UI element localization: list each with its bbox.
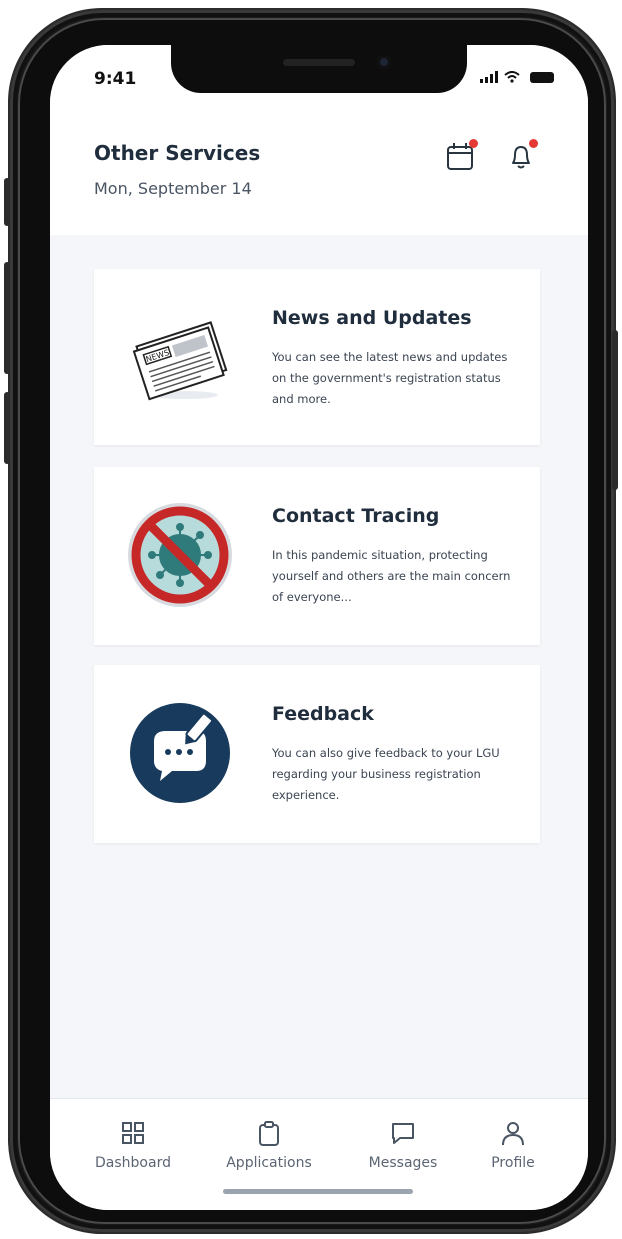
- nav-label: Applications: [226, 1155, 312, 1171]
- chat-icon: [392, 1123, 414, 1144]
- feedback-card[interactable]: Feedback You can also give feedback to y…: [94, 665, 540, 843]
- page-date: Mon, September 14: [94, 179, 252, 198]
- nav-messages[interactable]: Messages: [348, 1119, 458, 1171]
- notch: [171, 45, 467, 93]
- calendar-button[interactable]: [444, 139, 480, 175]
- notifications-button[interactable]: [504, 139, 540, 175]
- card-description: You can also give feedback to your LGU r…: [272, 746, 500, 802]
- clipboard-icon: [259, 1121, 279, 1146]
- volume-up-button: [4, 262, 10, 374]
- power-button: [612, 330, 618, 490]
- signal-icon: [480, 71, 498, 83]
- card-description: You can see the latest news and updates …: [272, 350, 508, 406]
- page-title: Other Services: [94, 141, 261, 165]
- nav-label: Dashboard: [95, 1155, 171, 1171]
- newspaper-icon: NEWS: [132, 321, 228, 401]
- contact-tracing-card[interactable]: Contact Tracing In this pandemic situati…: [94, 467, 540, 645]
- notification-badge: [529, 139, 538, 148]
- app-screen: 9:41 Other Services Mon, September 14 NE…: [50, 45, 588, 1210]
- nav-dashboard[interactable]: Dashboard: [78, 1119, 188, 1171]
- volume-down-button: [4, 392, 10, 464]
- nav-label: Profile: [491, 1155, 535, 1171]
- card-title: News and Updates: [272, 307, 472, 329]
- wifi-icon: [504, 71, 520, 83]
- mute-switch: [4, 178, 10, 226]
- battery-icon: [530, 72, 554, 83]
- status-icons: [480, 71, 554, 83]
- nav-applications[interactable]: Applications: [214, 1119, 324, 1171]
- front-camera: [377, 55, 391, 69]
- card-description: In this pandemic situation, protecting y…: [272, 548, 511, 604]
- status-time: 9:41: [94, 69, 137, 89]
- calendar-badge: [469, 139, 478, 148]
- speaker: [283, 59, 355, 66]
- home-indicator[interactable]: [223, 1189, 413, 1194]
- nav-label: Messages: [368, 1155, 438, 1171]
- no-virus-icon: [128, 503, 232, 607]
- feedback-chat-icon: [130, 703, 230, 803]
- news-updates-card[interactable]: NEWS News and Updates You can see the la…: [94, 269, 540, 445]
- bottom-nav: Dashboard Applications Messages Profile: [50, 1098, 588, 1210]
- nav-profile[interactable]: Profile: [458, 1119, 568, 1171]
- card-title: Contact Tracing: [272, 505, 440, 527]
- user-icon: [502, 1122, 524, 1146]
- grid-icon: [122, 1122, 144, 1144]
- card-title: Feedback: [272, 703, 374, 725]
